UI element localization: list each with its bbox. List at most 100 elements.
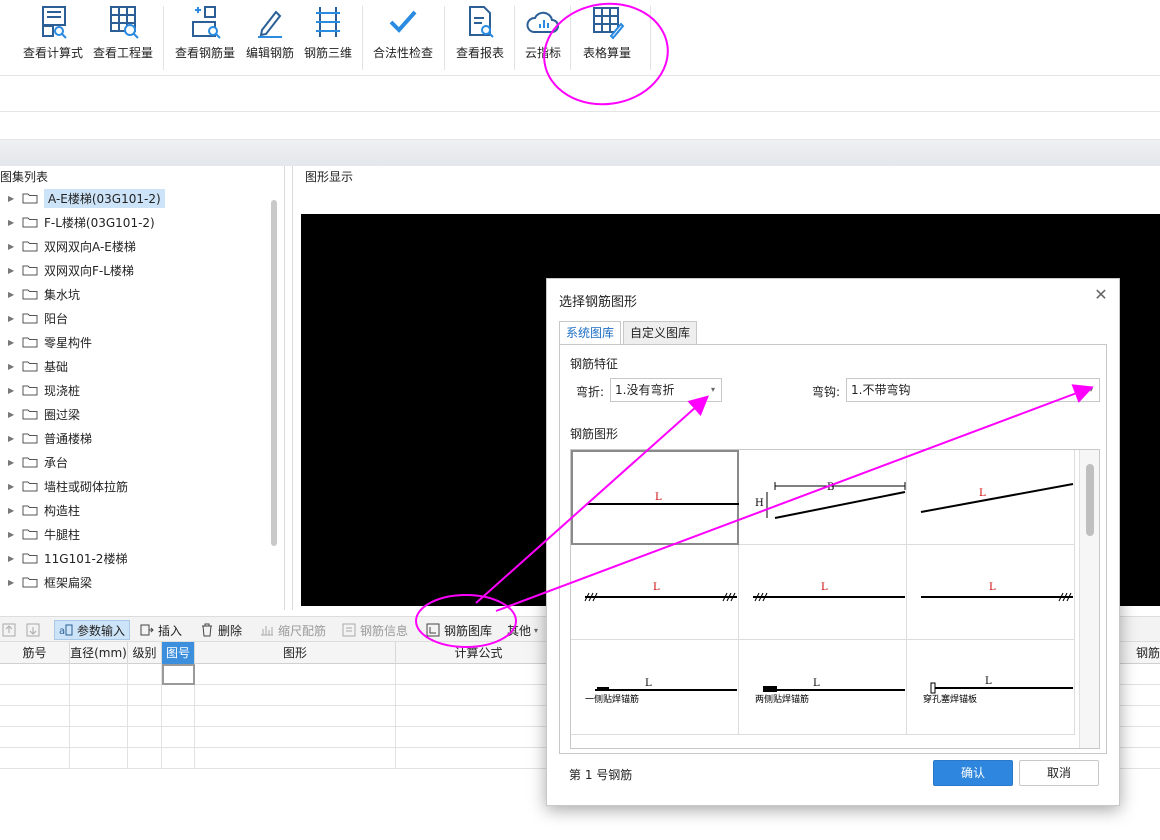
scrollbar-thumb[interactable] [1086,464,1094,536]
tree-item[interactable]: ▶ 双网双向F-L楼梯 [0,258,270,282]
table-cell[interactable] [0,706,70,727]
chevron-right-icon[interactable]: ▶ [8,506,18,515]
tree-item[interactable]: ▶ 圈过梁 [0,402,270,426]
chevron-right-icon[interactable]: ▶ [8,482,18,491]
cloud-index-button[interactable]: 云指标 [520,4,566,68]
chevron-right-icon[interactable]: ▶ [8,290,18,299]
shape-cell[interactable]: L 一侧贴焊锚筋 [571,640,739,735]
chevron-right-icon[interactable]: ▶ [8,386,18,395]
scale-rebar-button[interactable]: 缩尺配筋 [260,620,326,640]
chevron-right-icon[interactable]: ▶ [8,218,18,227]
table-cell[interactable] [195,727,396,748]
insert-button[interactable]: 插入 [140,620,182,640]
table-cell[interactable] [162,664,195,685]
table-cell[interactable] [396,748,562,769]
tree-item[interactable]: ▶ 承台 [0,450,270,474]
delete-button[interactable]: 删除 [200,620,242,640]
table-calc-button[interactable]: 表格算量 [578,4,636,68]
bend-select[interactable]: 1.没有弯折 ▾ [610,378,722,402]
tree-item[interactable]: ▶ 墙柱或砌体拉筋 [0,474,270,498]
tab-system-library[interactable]: 系统图库 [559,321,621,345]
tree-item[interactable]: ▶ A-E楼梯(03G101-2) [0,186,270,210]
table-cell[interactable] [162,748,195,769]
table-cell[interactable] [162,727,195,748]
gallery-scrollbar[interactable] [1079,450,1099,748]
shape-cell[interactable]: L 穿孔塞焊锚板 [907,640,1075,735]
table-cell[interactable] [128,685,162,706]
table-cell[interactable] [396,706,562,727]
table-cell[interactable] [128,664,162,685]
rebar-info-button[interactable]: 钢筋信息 [342,620,408,640]
table-cell[interactable] [128,706,162,727]
other-menu-button[interactable]: 其他 ▾ [507,620,538,640]
table-cell[interactable] [0,685,70,706]
tree-item[interactable]: ▶ 零星构件 [0,330,270,354]
chevron-right-icon[interactable]: ▶ [8,314,18,323]
chevron-right-icon[interactable]: ▶ [8,266,18,275]
table-cell[interactable] [195,664,396,685]
table-cell[interactable] [396,664,562,685]
col-grade[interactable]: 级别 [128,642,162,664]
tree-item[interactable]: ▶ F-L楼梯(03G101-2) [0,210,270,234]
table-cell[interactable] [70,748,128,769]
hook-select[interactable]: 1.不带弯钩 ▾ [846,378,1100,402]
chevron-right-icon[interactable]: ▶ [8,338,18,347]
tree-item[interactable]: ▶ 牛腿柱 [0,522,270,546]
table-cell[interactable] [195,706,396,727]
move-up-button[interactable] [2,620,20,640]
tree-item[interactable]: ▶ 阳台 [0,306,270,330]
table-cell[interactable] [0,748,70,769]
col-diameter[interactable]: 直径(mm) [70,642,128,664]
tree-item[interactable]: ▶ 基础 [0,354,270,378]
tree-item[interactable]: ▶ 集水坑 [0,282,270,306]
table-cell[interactable] [195,748,396,769]
shape-cell[interactable]: L [907,450,1075,545]
table-cell[interactable] [162,706,195,727]
validity-check-button[interactable]: 合法性检查 [370,4,436,68]
move-down-button[interactable] [26,620,44,640]
param-input-button[interactable]: a 参数输入 [54,620,131,640]
view-formula-button[interactable]: 查看计算式 [20,4,86,68]
tree-item[interactable]: ▶ 11G101-2楼梯 [0,546,270,570]
tree-item[interactable]: ▶ 构造柱 [0,498,270,522]
confirm-button[interactable]: 确认 [933,760,1013,786]
table-cell[interactable] [70,685,128,706]
chevron-right-icon[interactable]: ▶ [8,194,18,203]
edit-rebar-button[interactable]: 编辑钢筋 [244,4,296,68]
table-cell[interactable] [396,727,562,748]
chevron-right-icon[interactable]: ▶ [8,410,18,419]
cancel-button[interactable]: 取消 [1019,760,1099,786]
chevron-right-icon[interactable]: ▶ [8,530,18,539]
shape-cell[interactable]: L [907,545,1075,640]
shape-cell[interactable]: L 两侧贴焊锚筋 [739,640,907,735]
table-cell[interactable] [70,727,128,748]
tree-item[interactable]: ▶ 现浇桩 [0,378,270,402]
chevron-right-icon[interactable]: ▶ [8,242,18,251]
col-shape[interactable]: 图形 [195,642,396,664]
tree-scrollbar[interactable] [271,200,277,546]
tab-custom-library[interactable]: 自定义图库 [623,321,697,345]
table-cell[interactable] [162,685,195,706]
chevron-right-icon[interactable]: ▶ [8,578,18,587]
shape-cell[interactable]: L [571,450,739,545]
chevron-right-icon[interactable]: ▶ [8,362,18,371]
rebar-library-button[interactable]: 钢筋图库 [426,620,492,640]
view-report-button[interactable]: 查看报表 [452,4,508,68]
chevron-right-icon[interactable]: ▶ [8,554,18,563]
table-cell[interactable] [195,685,396,706]
table-cell[interactable] [70,706,128,727]
table-cell[interactable] [70,664,128,685]
shape-cell[interactable]: L [571,545,739,640]
table-cell[interactable] [0,727,70,748]
chevron-right-icon[interactable]: ▶ [8,458,18,467]
col-figure-no[interactable]: 图号 [162,642,195,664]
close-icon[interactable]: ✕ [1093,287,1109,303]
col-rebar[interactable]: 钢筋 [1136,642,1160,664]
view-quantity-button[interactable]: 查看工程量 [90,4,156,68]
tree-item[interactable]: ▶ 双网双向A-E楼梯 [0,234,270,258]
tree-item[interactable]: ▶ 普通楼梯 [0,426,270,450]
table-cell[interactable] [128,748,162,769]
table-cell[interactable] [128,727,162,748]
table-cell[interactable] [396,685,562,706]
col-formula[interactable]: 计算公式 [396,642,562,664]
